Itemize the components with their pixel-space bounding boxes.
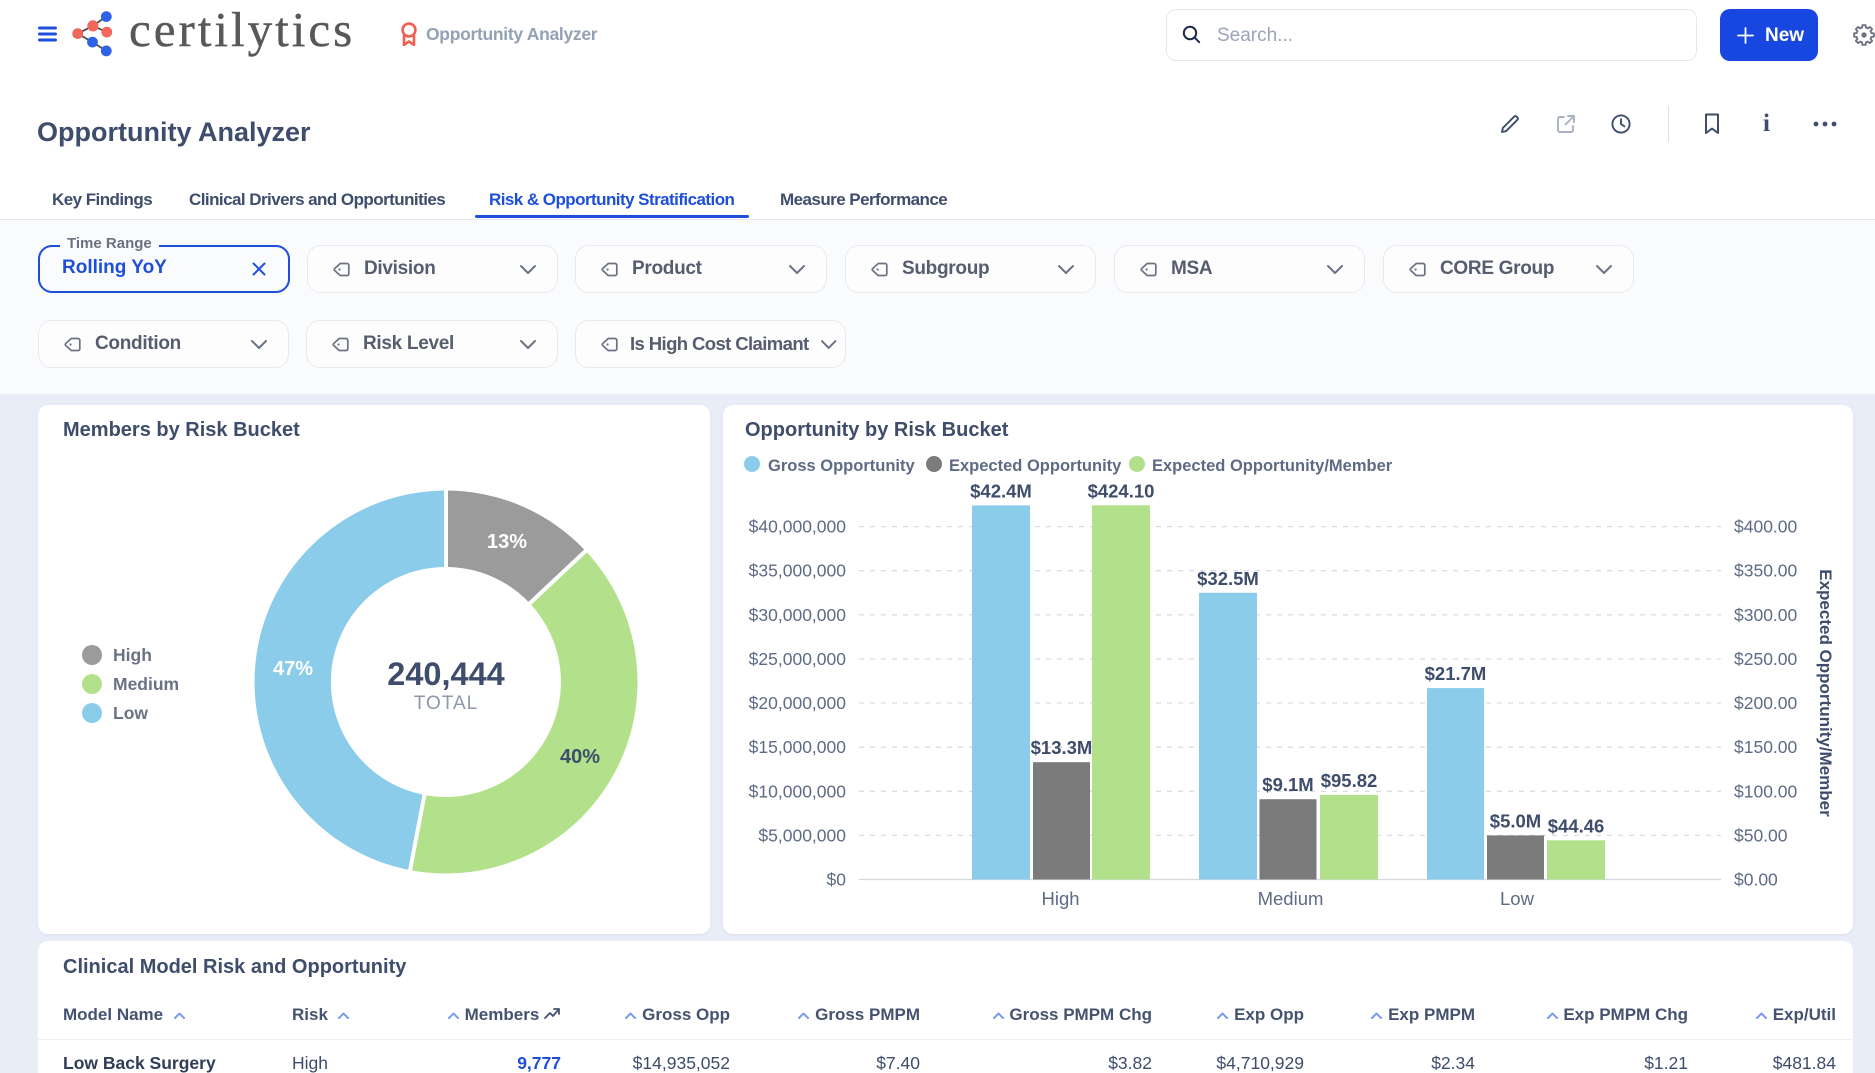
svg-text:$0.00: $0.00 xyxy=(1734,870,1778,890)
svg-text:$100.00: $100.00 xyxy=(1734,781,1798,801)
svg-text:$10,000,000: $10,000,000 xyxy=(749,781,847,801)
svg-text:$42.4M: $42.4M xyxy=(970,480,1032,501)
svg-text:$40,000,000: $40,000,000 xyxy=(749,517,847,537)
svg-text:$150.00: $150.00 xyxy=(1734,737,1798,757)
svg-text:40%: 40% xyxy=(560,746,600,768)
svg-text:Low: Low xyxy=(1500,888,1535,909)
svg-text:$300.00: $300.00 xyxy=(1734,605,1798,625)
svg-text:$424.10: $424.10 xyxy=(1088,480,1155,501)
svg-text:TOTAL: TOTAL xyxy=(414,693,478,714)
svg-text:47%: 47% xyxy=(273,658,313,680)
svg-text:$35,000,000: $35,000,000 xyxy=(749,561,847,581)
svg-text:$13.3M: $13.3M xyxy=(1031,737,1093,758)
svg-text:$9.1M: $9.1M xyxy=(1262,774,1313,795)
svg-text:$0: $0 xyxy=(827,870,847,890)
svg-text:$5,000,000: $5,000,000 xyxy=(758,825,846,845)
svg-text:Gross Opportunity: Gross Opportunity xyxy=(768,457,915,475)
svg-text:High: High xyxy=(1041,888,1079,909)
svg-text:$20,000,000: $20,000,000 xyxy=(749,693,847,713)
svg-text:$15,000,000: $15,000,000 xyxy=(749,737,847,757)
svg-text:Expected Opportunity/Member: Expected Opportunity/Member xyxy=(1816,569,1835,817)
svg-text:13%: 13% xyxy=(487,531,527,553)
svg-text:$44.46: $44.46 xyxy=(1548,815,1605,836)
svg-text:$250.00: $250.00 xyxy=(1734,649,1798,669)
svg-text:Expected Opportunity/Member: Expected Opportunity/Member xyxy=(1152,457,1393,475)
svg-text:$25,000,000: $25,000,000 xyxy=(749,649,847,669)
svg-text:$21.7M: $21.7M xyxy=(1425,663,1487,684)
svg-text:$5.0M: $5.0M xyxy=(1490,810,1541,831)
svg-text:240,444: 240,444 xyxy=(387,656,504,692)
svg-text:Medium: Medium xyxy=(1258,888,1324,909)
svg-text:$400.00: $400.00 xyxy=(1734,517,1798,537)
svg-text:$95.82: $95.82 xyxy=(1321,770,1378,791)
svg-text:$32.5M: $32.5M xyxy=(1197,568,1259,589)
svg-text:$30,000,000: $30,000,000 xyxy=(749,605,847,625)
svg-text:Expected Opportunity: Expected Opportunity xyxy=(949,457,1122,475)
svg-text:$200.00: $200.00 xyxy=(1734,693,1798,713)
svg-text:$350.00: $350.00 xyxy=(1734,561,1798,581)
svg-text:$50.00: $50.00 xyxy=(1734,825,1788,845)
